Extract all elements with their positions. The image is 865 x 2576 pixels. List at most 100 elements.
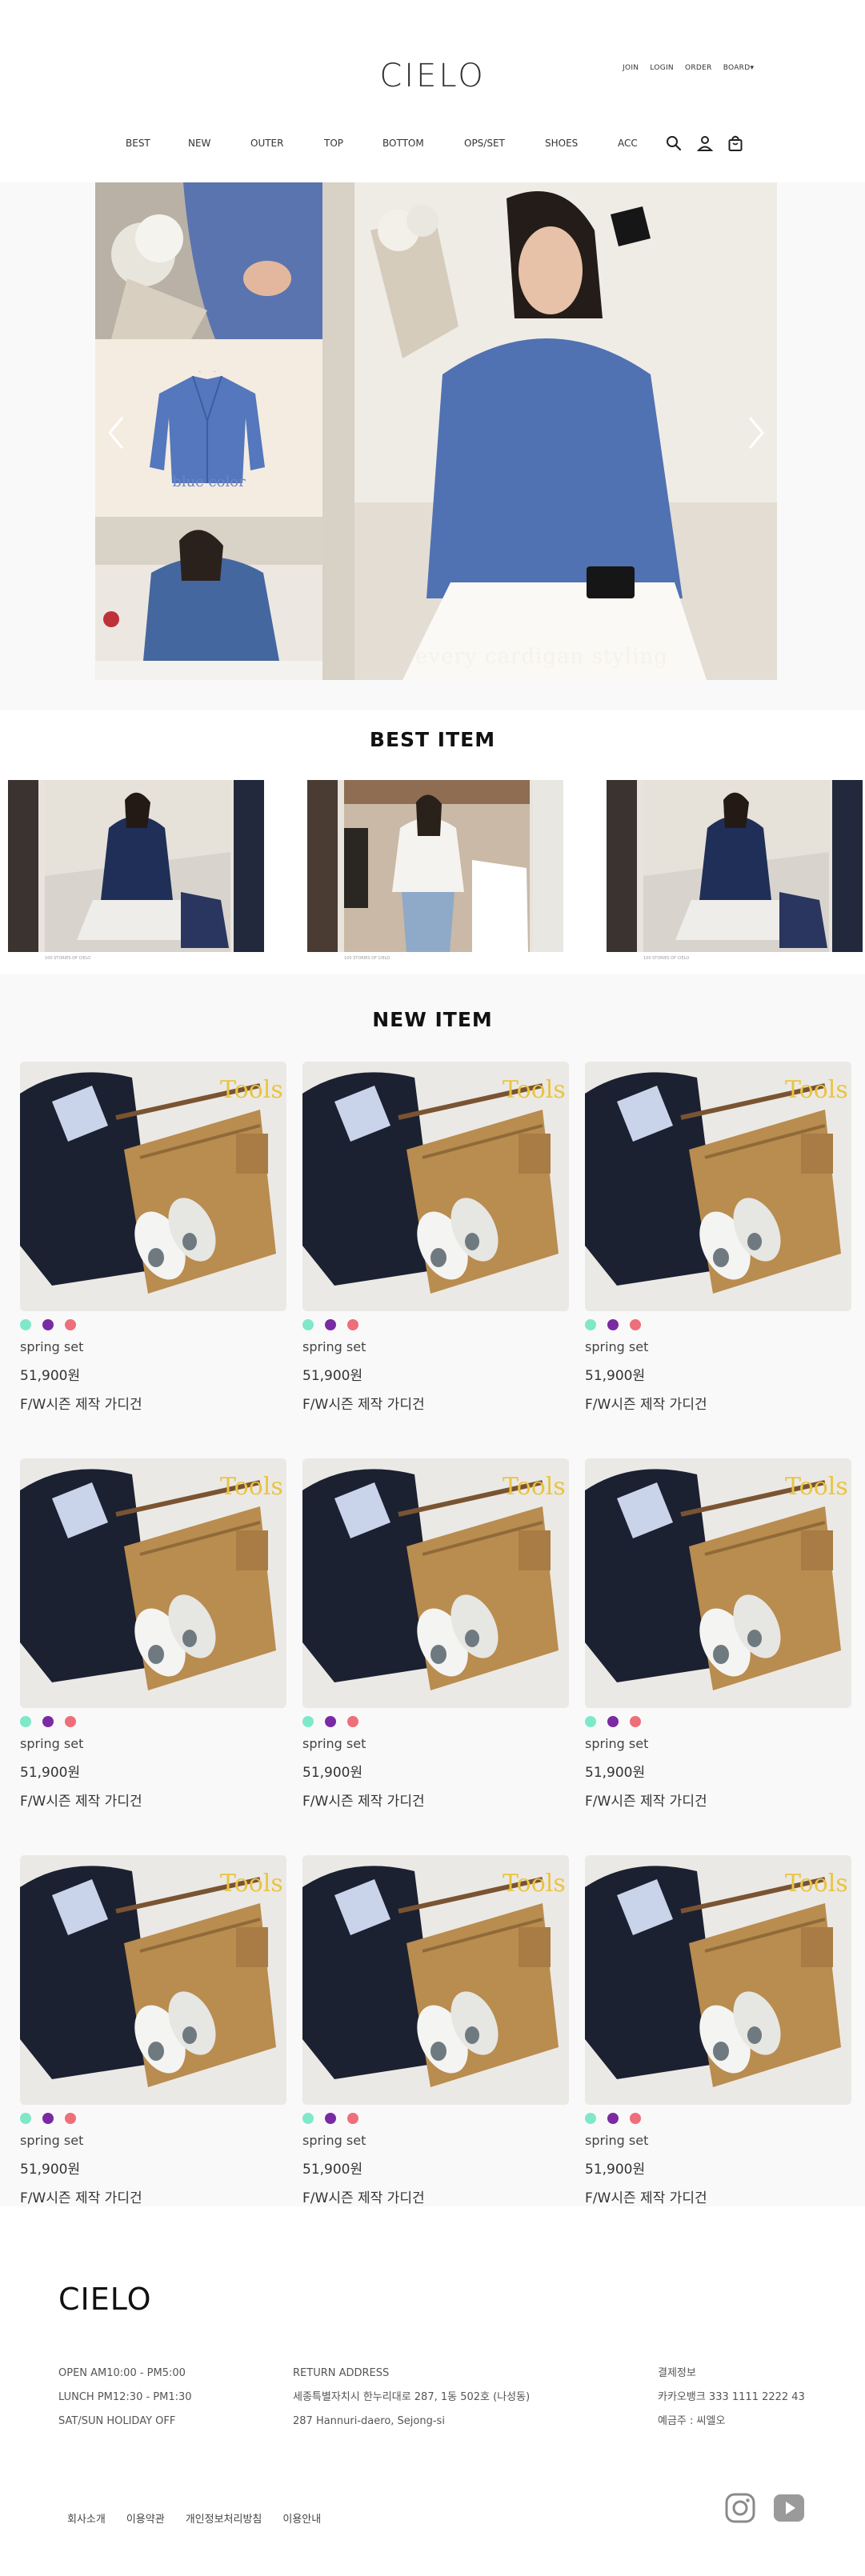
color-swatch-purple[interactable] xyxy=(42,1716,54,1727)
color-swatch-pink[interactable] xyxy=(347,1716,358,1727)
product-card[interactable]: Tools spring set 51,900원 F/W시즌 제작 가디건 xyxy=(20,1062,286,1413)
product-name[interactable]: spring set xyxy=(302,1736,569,1751)
product-card[interactable]: Tools spring set 51,900원 F/W시즌 제작 가디건 xyxy=(585,1062,851,1413)
nav-top[interactable]: TOP xyxy=(324,138,343,149)
nav-shoes[interactable]: SHOES xyxy=(545,138,578,149)
blue-color-label: blue color xyxy=(172,474,246,490)
nav-new[interactable]: NEW xyxy=(188,138,210,149)
product-name[interactable]: spring set xyxy=(585,1736,851,1751)
color-swatch-mint[interactable] xyxy=(20,1716,31,1727)
color-swatch-purple[interactable] xyxy=(42,1319,54,1330)
product-thumbnail[interactable]: Tools xyxy=(585,1458,851,1708)
next-slide-arrow-icon[interactable] xyxy=(743,413,767,453)
shopping-bag-icon[interactable] xyxy=(727,134,744,152)
color-swatch-mint[interactable] xyxy=(302,2113,314,2124)
prev-slide-arrow-icon[interactable] xyxy=(105,413,129,453)
product-card[interactable]: Tools spring set 51,900원 F/W시즌 제작 가디건 xyxy=(302,1855,569,2206)
nav-acc[interactable]: ACC xyxy=(618,138,638,149)
privacy-link[interactable]: 개인정보처리방침 xyxy=(186,2510,262,2526)
product-name[interactable]: spring set xyxy=(20,1339,286,1354)
product-name[interactable]: spring set xyxy=(20,2133,286,2148)
product-card[interactable]: Tools spring set 51,900원 F/W시즌 제작 가디건 xyxy=(20,1458,286,1810)
svg-text:Tools: Tools xyxy=(785,1870,848,1898)
color-swatch-purple[interactable] xyxy=(607,2113,619,2124)
footer-logo[interactable]: CIELO xyxy=(58,2282,151,2317)
board-link[interactable]: BOARD▾ xyxy=(723,64,755,72)
product-name[interactable]: spring set xyxy=(20,1736,286,1751)
color-swatch-pink[interactable] xyxy=(65,2113,76,2124)
nav-best[interactable]: BEST xyxy=(126,138,150,149)
product-thumbnail[interactable]: Tools xyxy=(20,1855,286,2105)
best-slide-1[interactable]: 100 STORIES OF CIELO xyxy=(8,780,264,962)
user-icon[interactable] xyxy=(696,134,714,152)
hero-banner[interactable]: blue color every cardigan styling xyxy=(95,182,777,680)
instagram-icon[interactable] xyxy=(724,2492,756,2524)
hero-photo-model-small xyxy=(95,517,322,680)
product-card[interactable]: Tools spring set 51,900원 F/W시즌 제작 가디건 xyxy=(302,1458,569,1810)
order-link[interactable]: ORDER xyxy=(685,64,712,72)
product-thumbnail[interactable]: Tools xyxy=(302,1458,569,1708)
join-link[interactable]: JOIN xyxy=(623,64,639,72)
slide-footer-text: 100 STORIES OF CIELO xyxy=(344,956,390,961)
product-thumbnail[interactable]: Tools xyxy=(585,1062,851,1311)
address-english: 287 Hannuri-daero, Sejong-si xyxy=(293,2415,445,2427)
product-price: 51,900원 xyxy=(20,2162,81,2178)
svg-text:Tools: Tools xyxy=(220,1076,283,1104)
color-swatch-purple[interactable] xyxy=(325,1716,336,1727)
product-name[interactable]: spring set xyxy=(585,2133,851,2148)
product-description: F/W시즌 제작 가디건 xyxy=(302,1794,425,1810)
account-holder: 예금주 : 씨엘오 xyxy=(658,2415,726,2427)
slide-side-left xyxy=(8,780,38,962)
color-swatch-pink[interactable] xyxy=(630,1319,641,1330)
product-thumbnail[interactable]: Tools xyxy=(20,1062,286,1311)
product-thumbnail[interactable]: Tools xyxy=(302,1855,569,2105)
product-card[interactable]: Tools spring set 51,900원 F/W시즌 제작 가디건 xyxy=(302,1062,569,1413)
product-card[interactable]: Tools spring set 51,900원 F/W시즌 제작 가디건 xyxy=(20,1855,286,2206)
color-swatch-mint[interactable] xyxy=(585,2113,596,2124)
color-swatch-purple[interactable] xyxy=(325,2113,336,2124)
color-swatch-pink[interactable] xyxy=(347,2113,358,2124)
youtube-icon[interactable] xyxy=(773,2492,805,2524)
best-slide-2[interactable]: 100 STORIES OF CIELO xyxy=(307,780,563,962)
site-logo[interactable]: CIELO xyxy=(0,58,865,94)
product-card[interactable]: Tools spring set 51,900원 F/W시즌 제작 가디건 xyxy=(585,1855,851,2206)
nav-bottom[interactable]: BOTTOM xyxy=(382,138,424,149)
color-swatch-mint[interactable] xyxy=(302,1319,314,1330)
product-name[interactable]: spring set xyxy=(302,2133,569,2148)
company-link[interactable]: 회사소개 xyxy=(67,2510,106,2526)
terms-link[interactable]: 이용약관 xyxy=(126,2510,165,2526)
color-swatch-purple[interactable] xyxy=(607,1319,619,1330)
color-swatch-purple[interactable] xyxy=(607,1716,619,1727)
svg-text:Tools: Tools xyxy=(220,1870,283,1898)
color-swatch-pink[interactable] xyxy=(65,1716,76,1727)
product-thumbnail[interactable]: Tools xyxy=(20,1458,286,1708)
color-swatch-mint[interactable] xyxy=(585,1716,596,1727)
login-link[interactable]: LOGIN xyxy=(650,64,674,72)
color-swatch-mint[interactable] xyxy=(302,1716,314,1727)
color-swatch-mint[interactable] xyxy=(585,1319,596,1330)
color-swatch-mint[interactable] xyxy=(20,1319,31,1330)
search-icon[interactable] xyxy=(665,134,683,152)
guide-link[interactable]: 이용안내 xyxy=(282,2510,321,2526)
color-swatch-pink[interactable] xyxy=(630,2113,641,2124)
slide-footer-text: 100 STORIES OF CIELO xyxy=(643,956,690,961)
color-swatch-pink[interactable] xyxy=(347,1319,358,1330)
caret-down-icon: ▾ xyxy=(750,64,755,72)
color-options xyxy=(20,1716,286,1727)
product-name[interactable]: spring set xyxy=(302,1339,569,1354)
product-image: Tools xyxy=(20,1855,286,2105)
color-swatch-purple[interactable] xyxy=(42,2113,54,2124)
nav-ops-set[interactable]: OPS/SET xyxy=(464,138,505,149)
color-swatch-mint[interactable] xyxy=(20,2113,31,2124)
best-slide-3[interactable]: 100 STORIES OF CIELO xyxy=(607,780,863,962)
product-thumbnail[interactable]: Tools xyxy=(585,1855,851,2105)
product-card[interactable]: Tools spring set 51,900원 F/W시즌 제작 가디건 xyxy=(585,1458,851,1810)
svg-text:Tools: Tools xyxy=(503,1870,566,1898)
product-name[interactable]: spring set xyxy=(585,1339,851,1354)
color-swatch-purple[interactable] xyxy=(325,1319,336,1330)
nav-outer[interactable]: OUTER xyxy=(250,138,283,149)
product-thumbnail[interactable]: Tools xyxy=(302,1062,569,1311)
color-swatch-pink[interactable] xyxy=(65,1319,76,1330)
color-swatch-pink[interactable] xyxy=(630,1716,641,1727)
board-label: BOARD xyxy=(723,64,751,72)
